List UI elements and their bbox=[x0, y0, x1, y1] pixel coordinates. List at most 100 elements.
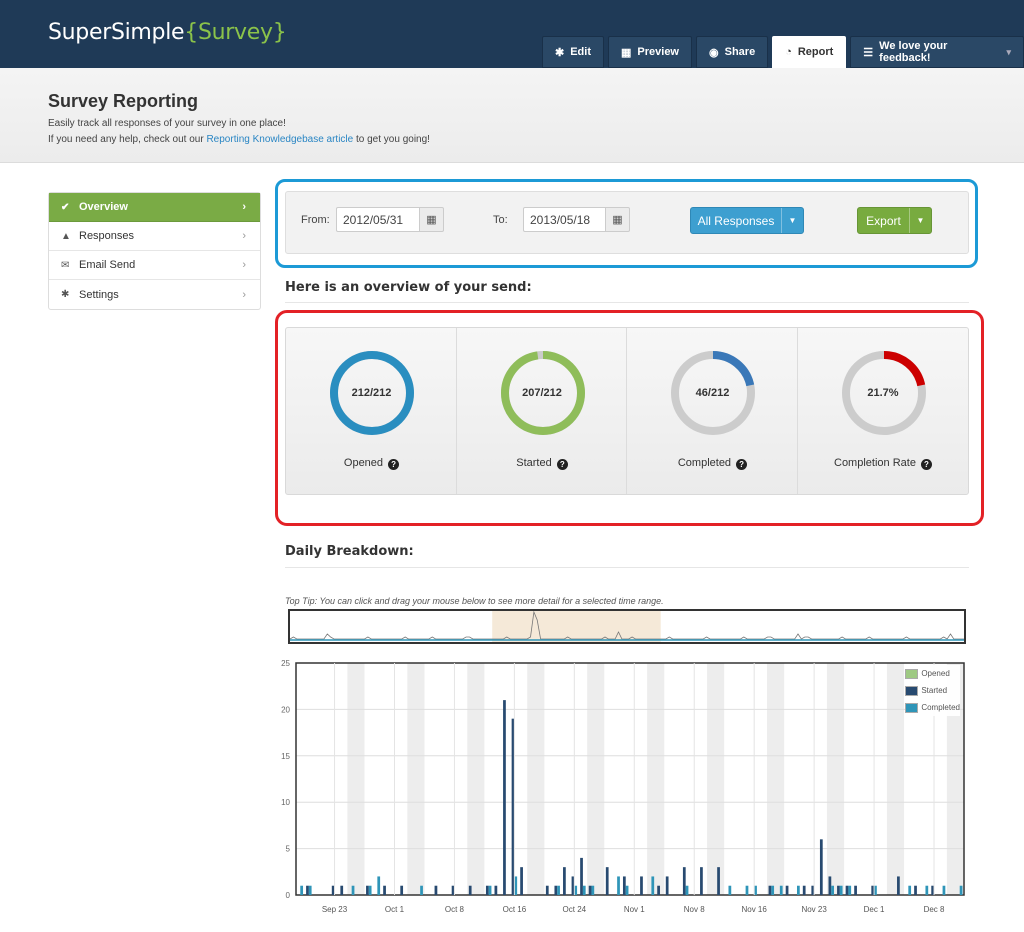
bar-completed bbox=[557, 885, 560, 895]
bar-started bbox=[897, 876, 900, 895]
bar-started bbox=[914, 885, 917, 895]
sidebar-item-settings[interactable]: ✱ Settings › bbox=[49, 280, 260, 309]
help-icon[interactable]: ? bbox=[556, 459, 568, 470]
chevron-right-icon: › bbox=[242, 288, 246, 301]
bar-started bbox=[845, 885, 849, 895]
calendar-icon[interactable]: ▦ bbox=[419, 207, 444, 232]
x-tick-label: Oct 1 bbox=[385, 905, 405, 914]
from-label: From: bbox=[301, 214, 330, 226]
overview-chart[interactable] bbox=[289, 610, 964, 642]
gear-icon: ✱ bbox=[555, 46, 565, 59]
x-tick-label: Dec 1 bbox=[864, 905, 885, 914]
bar-completed bbox=[839, 885, 843, 895]
x-tick-label: Nov 16 bbox=[741, 905, 767, 914]
bar-started bbox=[563, 867, 566, 895]
bar-completed bbox=[831, 885, 834, 895]
bar-completed bbox=[420, 885, 423, 895]
daily-breakdown-title: Daily Breakdown: bbox=[285, 544, 414, 559]
bar-completed bbox=[797, 885, 800, 895]
logo-main: SuperSimple bbox=[48, 20, 185, 45]
bar-completed bbox=[377, 876, 381, 895]
selection-range bbox=[492, 611, 661, 642]
legend-item-opened[interactable]: Opened bbox=[905, 665, 960, 682]
all-responses-dropdown[interactable]: All Responses ▼ bbox=[690, 207, 804, 234]
bar-completed bbox=[848, 885, 852, 895]
range-selector[interactable] bbox=[288, 609, 966, 644]
bar-completed bbox=[925, 885, 929, 895]
envelope-icon: ✉ bbox=[61, 259, 70, 271]
bar-started bbox=[545, 885, 549, 895]
bar-completed bbox=[651, 876, 655, 895]
bar-started bbox=[580, 857, 583, 895]
bar-started bbox=[468, 885, 472, 895]
filter-bar: From: 2012/05/31 ▦ To: 2013/05/18 ▦ All … bbox=[285, 191, 969, 254]
legend-label: Started bbox=[921, 686, 948, 695]
list-icon: ☰ bbox=[863, 46, 874, 59]
weekend-band bbox=[767, 663, 785, 895]
daily-bar-chart[interactable]: 0 5 10 15 20 25 Sep 23 Oct 1 Oct 8 Oct 16 Oct 24 No… bbox=[270, 655, 970, 915]
top-tip: Top Tip: You can click and drag your mou… bbox=[285, 596, 664, 606]
bar-started bbox=[383, 885, 386, 895]
logo[interactable]: SuperSimple{Survey} bbox=[48, 20, 287, 45]
x-tick-label: Nov 8 bbox=[684, 905, 705, 914]
chart-legend: Opened Started Completed bbox=[905, 665, 960, 716]
bar-started bbox=[503, 700, 506, 895]
bar-completed bbox=[771, 885, 775, 895]
help-icon[interactable]: ? bbox=[921, 459, 932, 470]
bar-started bbox=[622, 876, 626, 895]
bar-started bbox=[717, 867, 720, 895]
to-date-input[interactable]: 2013/05/18 bbox=[523, 207, 607, 232]
plot-frame bbox=[295, 662, 965, 896]
bar-started bbox=[494, 885, 498, 895]
help-icon[interactable]: ? bbox=[388, 459, 400, 470]
x-tick-label: Oct 8 bbox=[445, 905, 465, 914]
caret-down-icon: ▼ bbox=[909, 208, 931, 233]
tab-preview[interactable]: ▦ Preview bbox=[608, 36, 692, 68]
bar-started bbox=[854, 885, 857, 895]
tab-feedback[interactable]: ☰ We love your feedback! ▾ bbox=[850, 36, 1024, 68]
bar-completed bbox=[728, 885, 732, 895]
bar-started bbox=[768, 885, 772, 895]
legend-item-started[interactable]: Started bbox=[905, 682, 960, 699]
bar-started bbox=[640, 876, 643, 895]
sidebar-nav: ✔ Overview › ▲ Responses › ✉ Email Send … bbox=[48, 192, 261, 310]
calendar-icon[interactable]: ▦ bbox=[605, 207, 630, 232]
stat-value: 212/212 bbox=[351, 387, 392, 399]
bar-completed bbox=[368, 885, 372, 895]
help-icon[interactable]: ? bbox=[736, 459, 748, 470]
stat-completed: 46/212 Completed ? bbox=[627, 328, 798, 494]
x-tick-label: Nov 1 bbox=[624, 905, 645, 914]
tab-preview-label: Preview bbox=[637, 46, 679, 58]
weekend-band bbox=[647, 663, 665, 895]
weekend-band bbox=[467, 663, 485, 895]
bar-started bbox=[657, 885, 660, 895]
bar-completed bbox=[488, 885, 492, 895]
sidebar-item-email-send[interactable]: ✉ Email Send › bbox=[49, 251, 260, 280]
bar-started bbox=[785, 885, 789, 895]
export-label: Export bbox=[866, 213, 901, 228]
bar-chart-svg[interactable]: 0 5 10 15 20 25 Sep 23 Oct 1 Oct 8 Oct 16 Oct 24 No… bbox=[270, 655, 970, 915]
nav-tabs: ✱ Edit ▦ Preview ◉ Share ◔ Report ☰ We love y… bbox=[542, 36, 1024, 68]
legend-item-completed[interactable]: Completed bbox=[905, 699, 960, 716]
tab-report-label: Report bbox=[797, 46, 834, 58]
help-suffix: to get you going! bbox=[356, 134, 430, 145]
sidebar-item-overview[interactable]: ✔ Overview › bbox=[49, 193, 260, 222]
knowledgebase-link[interactable]: Reporting Knowledgebase article bbox=[206, 134, 353, 145]
export-button[interactable]: Export ▼ bbox=[857, 207, 932, 234]
tab-edit[interactable]: ✱ Edit bbox=[542, 36, 604, 68]
x-tick-label: Dec 8 bbox=[924, 905, 945, 914]
tab-share[interactable]: ◉ Share bbox=[696, 36, 769, 68]
stat-value: 46/212 bbox=[695, 387, 730, 399]
sidebar-item-label: Responses bbox=[79, 230, 135, 242]
legend-swatch bbox=[905, 702, 919, 713]
bar-started bbox=[434, 885, 438, 895]
stat-label: Completed ? bbox=[627, 457, 798, 470]
sidebar-item-responses[interactable]: ▲ Responses › bbox=[49, 222, 260, 251]
help-text: If you need any help, check out our Repo… bbox=[48, 134, 430, 145]
tab-report[interactable]: ◔ Report bbox=[772, 36, 847, 68]
bar-started bbox=[485, 885, 489, 895]
from-date-input[interactable]: 2012/05/31 bbox=[336, 207, 420, 232]
y-tick-label: 0 bbox=[286, 891, 291, 900]
top-header: SuperSimple{Survey} ✱ Edit ▦ Preview ◉ Shar… bbox=[0, 0, 1024, 68]
weekend-band bbox=[886, 663, 905, 895]
